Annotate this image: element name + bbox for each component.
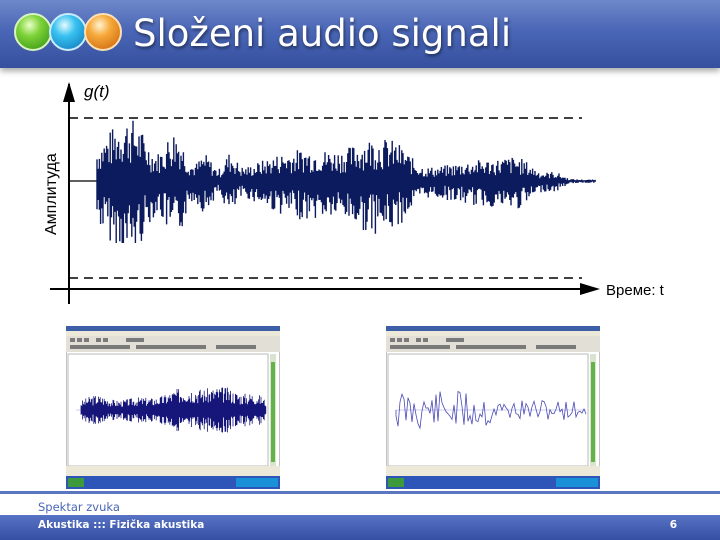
footer-divider [0,491,720,494]
audio-waveform-chart: g(t) Амплитуда Време: t [43,82,665,304]
audio-editor-screenshot-right [386,326,600,489]
y-axis-title: g(t) [84,82,110,101]
statusbar [66,466,280,476]
waveform-path [96,120,596,243]
audio-editor-screenshot-left [66,326,280,489]
x-axis-arrow [580,283,600,295]
breadcrumb: Akustika ::: Fizička akustika [38,519,205,531]
y-axis-label: Амплитуда [43,153,60,235]
cyan-bubble-icon [49,13,87,51]
x-axis-label: Време: t [606,282,665,299]
slide-title: Složeni audio signali [133,12,512,55]
titlebar [66,326,280,331]
green-bubble-icon [14,13,52,51]
menubar [66,331,280,336]
speech-waveform [96,120,596,243]
y-axis-arrow [63,82,75,102]
orange-bubble-icon [84,13,122,51]
slide-header: Složeni audio signali [0,0,720,68]
menubar [386,331,600,336]
titlebar [386,326,600,331]
page-number: 6 [669,519,677,531]
statusbar [386,466,600,476]
section-label: Spektar zvuka [38,500,120,514]
